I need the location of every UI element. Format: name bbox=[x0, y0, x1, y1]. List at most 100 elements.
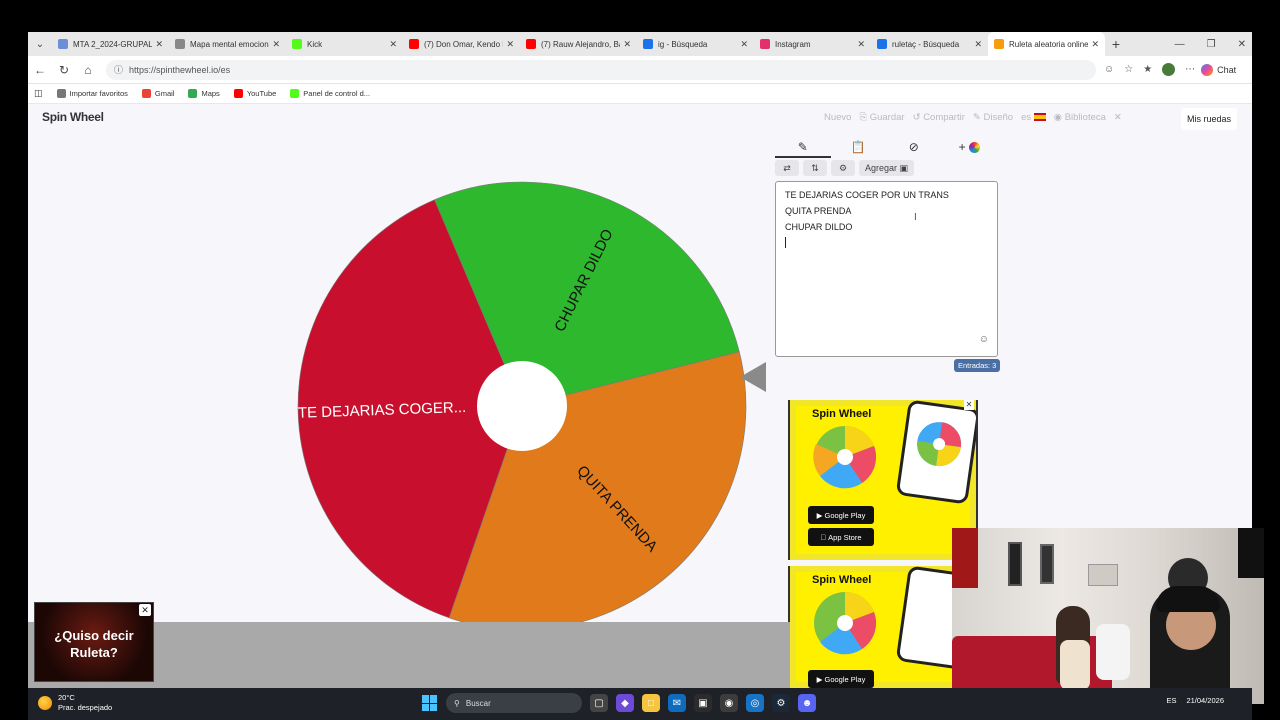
tab-close-icon[interactable]: ✕ bbox=[272, 39, 280, 50]
bookmark-item[interactable]: YouTube bbox=[233, 89, 276, 98]
app-ad-banner[interactable]: Spin Wheel ▶ Google Play  App St bbox=[788, 400, 978, 560]
chrome-icon[interactable]: ◉ bbox=[720, 694, 738, 712]
restore-icon[interactable]: ❐ bbox=[1207, 39, 1216, 50]
task-view-icon[interactable]: ▢ bbox=[590, 694, 608, 712]
home-icon[interactable]: ⌂ bbox=[76, 63, 100, 77]
profile-avatar[interactable] bbox=[1162, 63, 1176, 76]
tab-title: MTA 2_2024-GRUPAL 2 bbox=[73, 39, 153, 49]
entries-textarea[interactable]: TE DEJARIAS COGER POR UN TRANS QUITA PREN… bbox=[775, 181, 998, 357]
back-icon[interactable]: ← bbox=[28, 63, 52, 77]
library-button[interactable]: ◉ Biblioteca bbox=[1054, 112, 1106, 123]
copilot-icon bbox=[1201, 63, 1214, 76]
close-window-icon[interactable]: ✕ bbox=[1238, 39, 1246, 50]
tab-close-icon[interactable]: ✕ bbox=[155, 39, 163, 50]
browser-tab[interactable]: (7) Rauw Alejandro, Bad ✕ bbox=[520, 32, 637, 56]
weather-widget[interactable]: 20°C Prac. despejado bbox=[38, 693, 112, 713]
browser-tab[interactable]: Ruleta aleatoria online ✕ bbox=[988, 32, 1105, 56]
add-color-icon[interactable]: + bbox=[942, 138, 998, 158]
fullscreen-icon[interactable]: ✕ bbox=[1114, 112, 1122, 123]
discord-icon[interactable]: ☻ bbox=[798, 694, 816, 712]
library-label: Biblioteca bbox=[1064, 112, 1106, 123]
entries-list: TE DEJARIAS COGER POR UN TRANS QUITA PREN… bbox=[785, 187, 988, 235]
read-aloud-icon[interactable]: ☺ bbox=[1104, 64, 1114, 75]
copilot-app-icon[interactable]: ◆ bbox=[616, 694, 634, 712]
share-button[interactable]: ↺ Compartir bbox=[913, 112, 965, 123]
tab-close-icon[interactable]: ✕ bbox=[974, 39, 982, 50]
bookmark-item[interactable]: Panel de control d... bbox=[290, 89, 370, 98]
bookmarks-toggle-icon[interactable]: ◫ bbox=[34, 88, 43, 99]
favorite-star-icon[interactable]: ☆ bbox=[1124, 64, 1133, 75]
app-ad-banner-2[interactable]: Spin Wheel ▶ Google Play bbox=[788, 566, 978, 688]
taskbar-apps: ⚲ Buscar ▢ ◆ □ ✉ ▣ ◉ ◎ ⚙ ☻ bbox=[422, 693, 816, 713]
tab-list-icon[interactable]: ⌄ bbox=[28, 32, 52, 56]
browser-tab[interactable]: MTA 2_2024-GRUPAL 2 ✕ bbox=[52, 32, 169, 56]
browser-tab[interactable]: (7) Don Omar, Kendo Ka ✕ bbox=[403, 32, 520, 56]
tab-favicon-icon bbox=[760, 39, 770, 49]
google-play-button[interactable]: ▶ Google Play bbox=[808, 506, 874, 524]
my-wheels-button[interactable]: Mis ruedas bbox=[1181, 108, 1238, 130]
webcam-microphone bbox=[1096, 624, 1130, 680]
new-button[interactable]: Nuevo bbox=[824, 112, 851, 123]
tray-language[interactable]: ES bbox=[1166, 696, 1176, 705]
app-store-label: App Store bbox=[825, 532, 861, 542]
shuffle-icon[interactable]: ⇄ bbox=[775, 160, 799, 176]
address-icons: ☺ ☆ ★ ⋯ bbox=[1104, 63, 1195, 76]
save-button[interactable]: ⎘ Guardar bbox=[859, 112, 904, 123]
steam-icon[interactable]: ⚙ bbox=[772, 694, 790, 712]
app-store-button[interactable]:  App Store bbox=[808, 528, 874, 546]
browser-tab[interactable]: Instagram ✕ bbox=[754, 32, 871, 56]
bookmark-item[interactable]: Importar favoritos bbox=[56, 89, 128, 98]
tray-date[interactable]: 21/04/2026 bbox=[1186, 696, 1224, 705]
tab-close-icon[interactable]: ✕ bbox=[506, 39, 514, 50]
taskbar-search[interactable]: ⚲ Buscar bbox=[446, 693, 582, 713]
tab-close-icon[interactable]: ✕ bbox=[389, 39, 397, 50]
edit-tab-pencil-icon[interactable]: ✎ bbox=[775, 138, 831, 158]
bookmark-item[interactable]: Maps bbox=[188, 89, 220, 98]
language-button[interactable]: es bbox=[1021, 112, 1046, 123]
popup-close-icon[interactable]: ✕ bbox=[139, 604, 151, 616]
minimize-icon[interactable]: — bbox=[1175, 39, 1185, 50]
bookmark-icon bbox=[141, 89, 151, 98]
start-windows-icon[interactable] bbox=[422, 695, 438, 711]
tab-close-icon[interactable]: ✕ bbox=[857, 39, 865, 50]
ruleta-popup-ad[interactable]: ¿Quiso decir Ruleta? ✕ bbox=[34, 602, 154, 682]
hide-tab-eye-icon[interactable]: ⊘ bbox=[886, 138, 942, 158]
outlook-icon[interactable]: ✉ bbox=[668, 694, 686, 712]
add-image-button[interactable]: Agregar ▣ bbox=[859, 160, 915, 176]
favorites-icon[interactable]: ★ bbox=[1143, 64, 1152, 75]
edge-icon[interactable]: ◎ bbox=[746, 694, 764, 712]
results-tab-clipboard-icon[interactable]: 📋 bbox=[831, 138, 887, 158]
store-icon[interactable]: ▣ bbox=[694, 694, 712, 712]
entry-count-badge: Entradas: 3 bbox=[954, 359, 1001, 372]
copilot-chat-button[interactable]: Chat bbox=[1201, 63, 1236, 76]
browser-tab[interactable]: ig - Búsqueda ✕ bbox=[637, 32, 754, 56]
editor-tabs: ✎ 📋 ⊘ + bbox=[775, 138, 997, 158]
bookmark-label: Importar favoritos bbox=[69, 89, 128, 98]
browser-tab[interactable]: Kick ✕ bbox=[286, 32, 403, 56]
settings-icon[interactable]: ⚙ bbox=[831, 160, 855, 176]
wheel-pointer-icon bbox=[740, 362, 766, 392]
site-logo[interactable]: Spin Wheel bbox=[42, 110, 104, 124]
tab-close-icon[interactable]: ✕ bbox=[1091, 39, 1099, 50]
wheel-center-hub[interactable] bbox=[477, 361, 567, 451]
new-tab-button[interactable]: + bbox=[1105, 36, 1127, 52]
google-play-button-2[interactable]: ▶ Google Play bbox=[808, 670, 874, 688]
url-field[interactable]: ⓘ https://spinthewheel.io/es bbox=[106, 59, 1096, 80]
bookmark-item[interactable]: Gmail bbox=[141, 89, 174, 98]
reload-icon[interactable]: ↻ bbox=[52, 63, 76, 77]
design-button[interactable]: ✎ Diseño bbox=[973, 112, 1013, 123]
file-explorer-icon[interactable]: □ bbox=[642, 694, 660, 712]
sort-icon[interactable]: ⇅ bbox=[803, 160, 827, 176]
emoji-icon[interactable]: ☺ bbox=[979, 332, 989, 348]
site-info-icon[interactable]: ⓘ bbox=[114, 63, 123, 76]
browser-tab[interactable]: ruletaç - Búsqueda ✕ bbox=[871, 32, 988, 56]
save-label: Guardar bbox=[869, 112, 905, 123]
ad-close-icon[interactable]: ✕ bbox=[964, 400, 974, 410]
tab-close-icon[interactable]: ✕ bbox=[623, 39, 631, 50]
more-icon[interactable]: ⋯ bbox=[1185, 64, 1195, 75]
tab-title: ruletaç - Búsqueda bbox=[892, 39, 960, 49]
tab-close-icon[interactable]: ✕ bbox=[740, 39, 748, 50]
spin-wheel[interactable]: CHUPAR DILDOQUITA PRENDATE DEJARIAS COGE… bbox=[296, 180, 748, 632]
share-label: Compartir bbox=[923, 112, 965, 123]
browser-tab[interactable]: Mapa mental emociones ✕ bbox=[169, 32, 286, 56]
